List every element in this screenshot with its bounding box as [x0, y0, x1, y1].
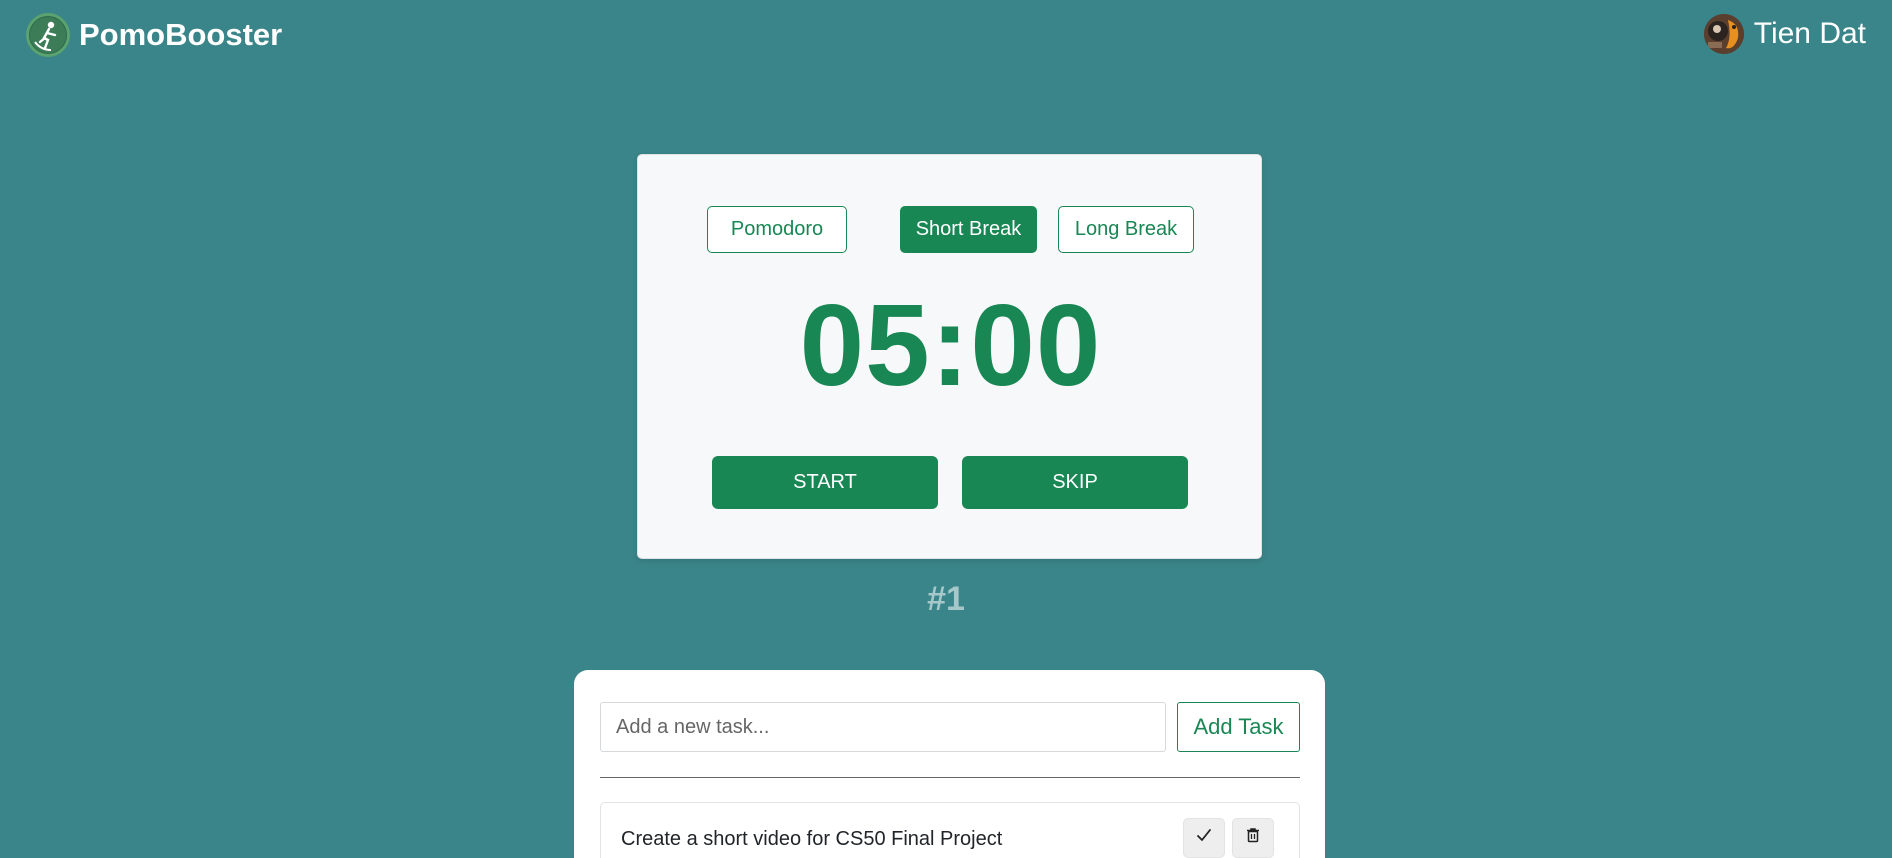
add-task-button[interactable]: Add Task: [1177, 702, 1300, 752]
timer-display: 05:00: [799, 280, 1102, 410]
mark-done-button[interactable]: [1183, 818, 1225, 858]
task-panel: Add Task Create a short video for CS50 F…: [574, 670, 1325, 858]
start-button[interactable]: START: [712, 456, 938, 509]
pomobooster-logo-icon: [26, 13, 70, 57]
app-header: PomoBooster Tien Dat: [0, 0, 1892, 70]
trash-icon: [1244, 826, 1262, 850]
session-counter: #1: [927, 580, 965, 618]
task-text: Create a short video for CS50 Final Proj…: [621, 828, 1003, 850]
divider: [600, 777, 1300, 778]
checkmark-icon: [1195, 826, 1213, 850]
brand-name: PomoBooster: [79, 17, 283, 52]
skip-button[interactable]: SKIP: [962, 456, 1188, 509]
mode-pomodoro-button[interactable]: Pomodoro: [707, 206, 847, 253]
mode-short-break-button[interactable]: Short Break: [900, 206, 1037, 253]
user-menu[interactable]: Tien Dat: [1703, 14, 1866, 54]
new-task-input[interactable]: [600, 702, 1166, 752]
mode-long-break-button[interactable]: Long Break: [1058, 206, 1194, 253]
task-item: Create a short video for CS50 Final Proj…: [600, 802, 1300, 858]
delete-task-button[interactable]: [1232, 818, 1274, 858]
timer-card: Pomodoro Short Break Long Break 05:00 ST…: [637, 154, 1262, 559]
brand[interactable]: PomoBooster: [26, 13, 282, 57]
user-name: Tien Dat: [1753, 17, 1866, 50]
user-avatar: [1703, 14, 1744, 54]
